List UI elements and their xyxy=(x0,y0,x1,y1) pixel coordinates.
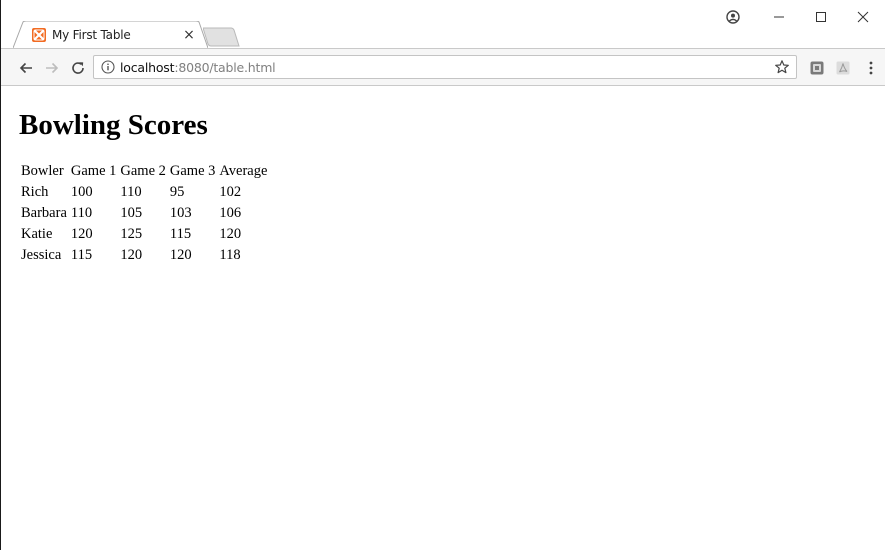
scores-table: Bowler Game 1 Game 2 Game 3 Average Rich… xyxy=(18,160,270,267)
extension-icon[interactable] xyxy=(807,58,827,78)
table-row: Katie 120 125 115 120 xyxy=(20,225,268,244)
browser-window: My First Table × localhost:8080/table.ht… xyxy=(0,0,885,550)
tab-strip: My First Table × xyxy=(1,0,885,48)
tab-title: My First Table xyxy=(52,28,131,42)
column-header-game-1: Game 1 xyxy=(70,163,117,179)
cell-bowler: Barbara xyxy=(21,205,67,221)
cell-game-3: 120 xyxy=(169,247,192,263)
cell-game-3: 115 xyxy=(169,226,192,242)
column-header-game-3: Game 3 xyxy=(169,163,216,179)
page-content: Bowling Scores Bowler Game 1 Game 2 Game… xyxy=(1,86,885,550)
new-tab-button[interactable] xyxy=(202,27,243,47)
back-arrow-icon[interactable] xyxy=(15,57,37,79)
cell-game-3: 95 xyxy=(169,184,185,200)
close-icon[interactable] xyxy=(843,0,883,34)
table-row: Jessica 115 120 120 118 xyxy=(20,246,268,265)
forward-arrow-icon[interactable] xyxy=(41,57,63,79)
pdf-extension-icon[interactable] xyxy=(833,58,853,78)
cell-average: 106 xyxy=(219,205,242,221)
url-text[interactable]: localhost:8080/table.html xyxy=(120,60,276,75)
cell-average: 120 xyxy=(219,226,242,242)
url-host: localhost xyxy=(120,60,175,75)
cell-game-1: 120 xyxy=(70,226,93,242)
cell-game-2: 110 xyxy=(120,184,142,200)
kebab-menu-icon[interactable] xyxy=(861,58,881,78)
table-header-row: Bowler Game 1 Game 2 Game 3 Average xyxy=(20,162,268,181)
column-header-average: Average xyxy=(219,163,268,179)
cell-game-1: 115 xyxy=(70,247,93,263)
xampp-icon xyxy=(32,28,46,42)
browser-toolbar: localhost:8080/table.html xyxy=(1,48,885,86)
table-row: Barbara 110 105 103 106 xyxy=(20,204,268,223)
info-icon[interactable] xyxy=(101,60,115,74)
star-icon[interactable] xyxy=(774,59,790,75)
column-header-bowler: Bowler xyxy=(21,163,64,179)
cell-average: 118 xyxy=(219,247,241,263)
cell-game-2: 125 xyxy=(120,226,143,242)
maximize-icon[interactable] xyxy=(801,0,841,34)
cell-game-1: 100 xyxy=(70,184,93,200)
address-bar[interactable]: localhost:8080/table.html xyxy=(93,55,797,79)
profile-icon[interactable] xyxy=(713,0,753,34)
page-title: Bowling Scores xyxy=(19,109,208,141)
tab-my-first-table[interactable]: My First Table × xyxy=(13,21,208,48)
cell-game-2: 105 xyxy=(120,205,143,221)
cell-bowler: Rich xyxy=(21,184,49,200)
cell-bowler: Jessica xyxy=(21,247,62,263)
column-header-game-2: Game 2 xyxy=(120,163,166,179)
url-path: :8080/table.html xyxy=(174,60,276,75)
tab-close-icon[interactable]: × xyxy=(181,27,197,43)
table-row: Rich 100 110 95 102 xyxy=(20,183,268,202)
cell-game-2: 120 xyxy=(120,247,143,263)
minimize-icon[interactable] xyxy=(759,0,799,34)
cell-game-3: 103 xyxy=(169,205,192,221)
cell-average: 102 xyxy=(219,184,242,200)
reload-icon[interactable] xyxy=(67,57,89,79)
cell-game-1: 110 xyxy=(70,205,93,221)
cell-bowler: Katie xyxy=(21,226,53,242)
